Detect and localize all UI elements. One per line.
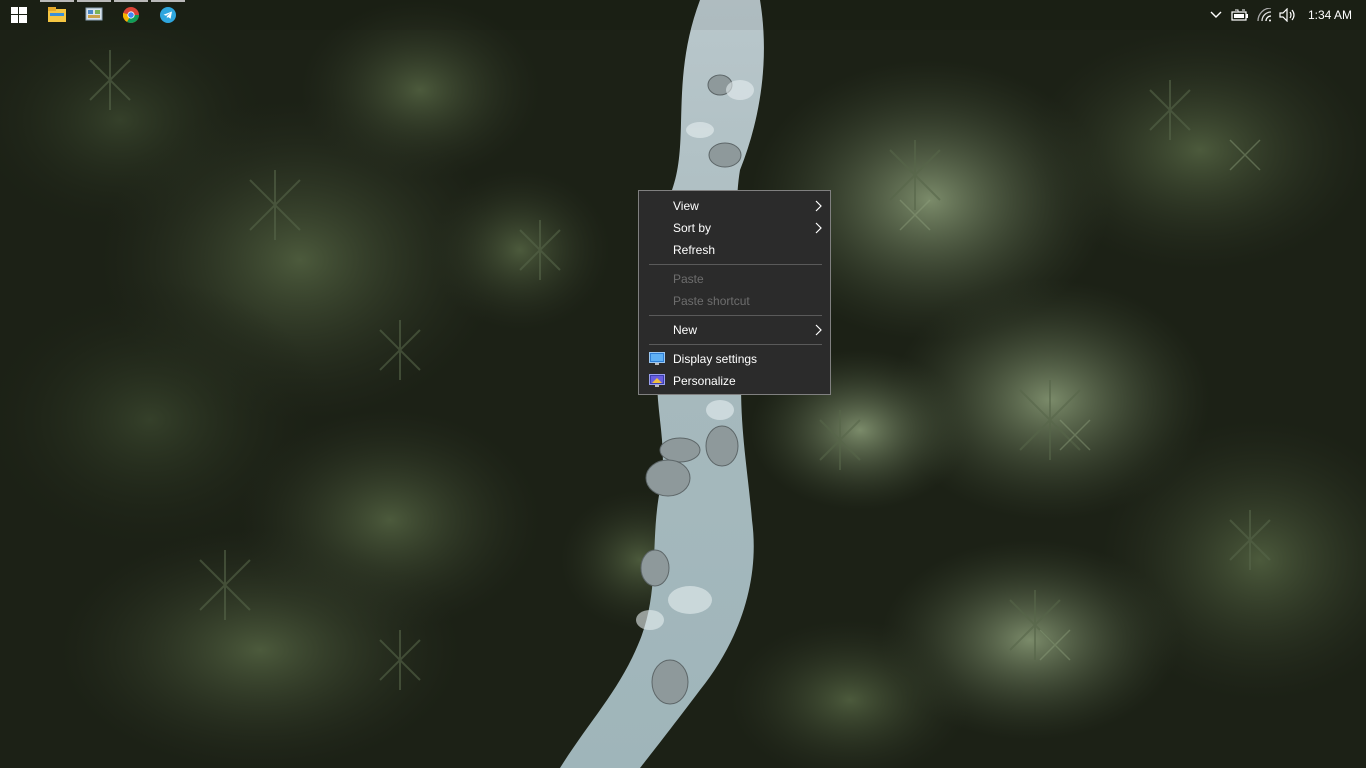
menu-item-label: Sort by	[673, 221, 712, 235]
windows-logo-icon	[11, 7, 27, 23]
wifi-icon	[1257, 8, 1272, 22]
show-hidden-icons-button[interactable]	[1206, 0, 1226, 30]
chevron-right-icon	[815, 200, 822, 212]
network-button[interactable]	[1255, 0, 1275, 30]
menu-item-paste: Paste	[639, 268, 830, 290]
taskbar-telegram[interactable]	[149, 0, 187, 30]
menu-separator	[649, 264, 822, 265]
chevron-right-icon	[815, 324, 822, 336]
desktop-context-menu: View Sort by Refresh Paste Paste shortcu…	[638, 190, 831, 395]
menu-item-new[interactable]: New	[639, 319, 830, 341]
personalize-icon	[649, 374, 665, 387]
start-button[interactable]	[0, 0, 38, 30]
menu-item-label: Paste shortcut	[673, 294, 750, 308]
volume-button[interactable]	[1278, 0, 1298, 30]
menu-item-label: View	[673, 199, 699, 213]
chrome-icon	[123, 7, 139, 23]
chevron-up-icon	[1210, 11, 1222, 18]
telegram-icon	[160, 7, 176, 23]
menu-item-display-settings[interactable]: Display settings	[639, 348, 830, 370]
menu-item-label: Paste	[673, 272, 704, 286]
menu-item-refresh[interactable]: Refresh	[639, 239, 830, 261]
taskbar-file-explorer[interactable]	[38, 0, 76, 30]
menu-item-label: Personalize	[673, 374, 736, 388]
chevron-right-icon	[815, 222, 822, 234]
menu-item-label: Refresh	[673, 243, 716, 257]
menu-item-label: New	[673, 323, 698, 337]
volume-icon	[1279, 8, 1295, 22]
control-panel-icon	[85, 7, 103, 21]
battery-button[interactable]	[1229, 0, 1251, 30]
taskbar-chrome[interactable]	[112, 0, 150, 30]
folder-icon	[48, 7, 66, 22]
menu-item-paste-shortcut: Paste shortcut	[639, 290, 830, 312]
display-settings-icon	[649, 352, 665, 365]
battery-icon	[1231, 9, 1248, 21]
taskbar: 1:34 AM	[0, 0, 1366, 30]
clock-time: 1:34 AM	[1307, 8, 1352, 22]
menu-item-personalize[interactable]: Personalize	[639, 370, 830, 392]
menu-item-view[interactable]: View	[639, 195, 830, 217]
clock[interactable]: 1:34 AM	[1308, 0, 1352, 30]
menu-item-sort-by[interactable]: Sort by	[639, 217, 830, 239]
menu-separator	[649, 315, 822, 316]
menu-item-label: Display settings	[673, 352, 758, 366]
menu-separator	[649, 344, 822, 345]
taskbar-control-panel[interactable]	[75, 0, 113, 30]
